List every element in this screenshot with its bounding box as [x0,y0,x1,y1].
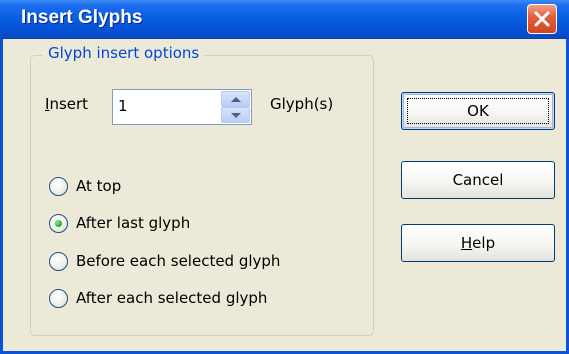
help-button-label: Help [461,234,495,252]
radio-label[interactable]: At top [76,177,121,195]
title-bar[interactable]: Insert Glyphs [0,0,569,39]
triangle-down-icon [231,113,241,118]
ok-button[interactable]: OK [401,92,555,130]
ok-button-label: OK [467,102,489,120]
radio-button[interactable] [49,214,68,233]
radio-button[interactable] [49,177,68,196]
glyphs-suffix-label: Glyph(s) [270,95,334,113]
spin-buttons [221,91,250,123]
radio-label[interactable]: After last glyph [76,214,190,232]
radio-label[interactable]: Before each selected glyph [76,252,280,270]
insert-label-rest: nsert [49,95,89,113]
triangle-up-icon [231,97,241,102]
spin-down-button[interactable] [221,107,250,123]
group-legend: Glyph insert options [42,44,206,62]
insert-count-spinbox[interactable]: 1 [112,89,252,125]
insert-label: Insert [45,95,88,113]
help-mnemonic: H [460,234,473,252]
close-icon [534,11,550,27]
radio-button[interactable] [49,252,68,271]
radio-selected-dot [55,220,62,227]
close-button[interactable] [527,4,557,34]
radio-label[interactable]: After each selected glyph [76,289,267,307]
spin-up-button[interactable] [221,91,250,107]
dialog-title: Insert Glyphs [21,7,143,28]
radio-button[interactable] [49,289,68,308]
help-button[interactable]: Help [401,224,555,262]
insert-count-value[interactable]: 1 [118,97,128,115]
cancel-button-label: Cancel [452,171,504,189]
insert-glyphs-dialog: Insert Glyphs Glyph insert options Inser… [0,0,569,354]
cancel-button[interactable]: Cancel [401,161,555,199]
help-label-rest: elp [472,234,496,252]
